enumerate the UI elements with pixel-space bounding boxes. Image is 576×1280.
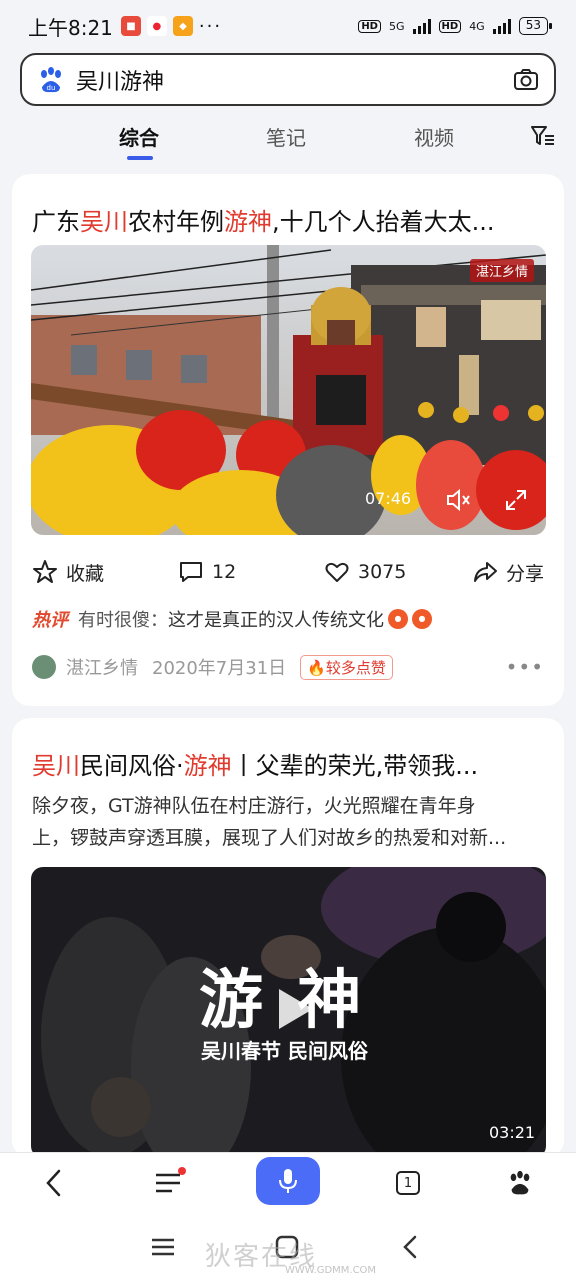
status-time: 上午8:21	[28, 15, 113, 40]
site-watermark-url: WWW.GDMM.COM	[285, 1265, 377, 1276]
emoji-icon: ●	[388, 609, 408, 629]
popular-badge: 🔥较多点赞	[300, 654, 393, 680]
more-options-icon[interactable]: •••	[506, 655, 544, 679]
tab-notes[interactable]: 笔记	[266, 122, 306, 151]
menu-icon	[156, 1173, 180, 1193]
video-thumbnail-2[interactable]: 游 神 吴川春节 民间风俗 03:21	[31, 867, 546, 1158]
baidu-home-button[interactable]	[500, 1163, 540, 1203]
tab-count: 1	[396, 1171, 420, 1195]
search-bar[interactable]: du 吴川游神	[20, 53, 556, 106]
hot-comment-label: 热评	[32, 610, 68, 631]
card-title[interactable]: 广东吴川农村年例游神,十几个人抬着大太...	[32, 202, 544, 237]
like-count: 3075	[358, 561, 407, 583]
hot-comment[interactable]: 热评 有时很傻： 这才是真正的汉人传统文化 ● ●	[32, 606, 544, 632]
system-back-icon[interactable]	[396, 1232, 426, 1262]
fullscreen-icon[interactable]	[503, 487, 529, 513]
result-tabs: 综合 笔记 视频	[0, 110, 576, 166]
notification-dot	[178, 1167, 186, 1175]
favorite-button[interactable]: 收藏	[32, 559, 104, 586]
video-duration: 07:46	[365, 489, 412, 508]
share-button[interactable]: 分享	[472, 559, 544, 586]
heart-icon	[325, 562, 349, 582]
baidu-paw-icon-2	[510, 1170, 530, 1195]
microphone-icon	[279, 1169, 297, 1193]
search-input[interactable]: 吴川游神	[76, 64, 512, 96]
svg-text:du: du	[47, 84, 56, 92]
share-label: 分享	[505, 562, 544, 585]
signal-4g-label: 4G	[469, 19, 485, 33]
hd-icon-2: HD	[438, 19, 462, 33]
source-row: 湛江乡情 2020年7月31日 🔥较多点赞 •••	[32, 654, 544, 680]
signal-icon	[412, 18, 431, 34]
tab-comprehensive[interactable]: 综合	[119, 122, 159, 151]
emoji-icon-2: ●	[412, 609, 432, 629]
comment-button[interactable]: 12	[178, 559, 236, 585]
signal-icon-2	[492, 18, 511, 34]
chevron-left-icon	[46, 1169, 61, 1197]
mute-icon[interactable]	[445, 487, 471, 513]
recents-icon[interactable]	[148, 1232, 178, 1262]
star-icon	[33, 560, 57, 583]
comment-icon	[180, 562, 202, 582]
shopping-app-icon: ◆	[172, 16, 193, 36]
status-bar: 上午8:21 ■ ● ◆ ··· HD 5G HD 4G 53	[0, 0, 576, 52]
filter-icon[interactable]	[530, 124, 556, 148]
voice-search-button[interactable]	[256, 1157, 320, 1205]
publish-date: 2020年7月31日	[152, 658, 287, 679]
comment-text: 这才是真正的汉人传统文化	[168, 610, 384, 631]
battery-icon: 53	[518, 17, 553, 35]
card-description: 除夕夜，GT游神队伍在村庄游行，火光照耀在青年身 上，锣鼓声穿透耳膜，展现了人们…	[32, 795, 507, 849]
source-avatar[interactable]	[32, 655, 56, 679]
comment-user: 有时很傻：	[78, 610, 168, 631]
video-app-icon: ●	[146, 16, 167, 36]
action-bar: 收藏 12 3075 分享	[32, 556, 544, 588]
overlay-subtitle: 吴川春节 民间风俗	[201, 1039, 368, 1063]
menu-button[interactable]	[148, 1163, 188, 1203]
card-title-2[interactable]: 吴川民间风俗·游神丨父辈的荣光,带领我...	[32, 746, 544, 781]
status-right: HD 5G HD 4G 53	[358, 17, 553, 35]
camera-icon[interactable]	[512, 66, 540, 94]
play-icon[interactable]	[275, 987, 315, 1031]
hd-icon: HD	[358, 19, 381, 33]
share-icon	[473, 562, 497, 582]
active-tab-indicator	[127, 156, 153, 160]
signal-5g-label: 5G	[388, 19, 405, 33]
back-button[interactable]	[34, 1163, 74, 1203]
more-notifications-icon: ···	[198, 15, 223, 37]
notification-icons: ■ ● ◆ ···	[120, 15, 223, 37]
video-duration-2: 03:21	[489, 1123, 536, 1142]
tabs-button[interactable]: 1	[388, 1163, 428, 1203]
app-notification-icon: ■	[120, 16, 141, 36]
source-name[interactable]: 湛江乡情	[66, 654, 138, 680]
result-card-2[interactable]: 吴川民间风俗·游神丨父辈的荣光,带领我... 除夕夜，GT游神队伍在村庄游行，火…	[12, 718, 564, 1158]
favorite-label: 收藏	[66, 562, 105, 585]
baidu-paw-icon: du	[41, 66, 61, 92]
tab-videos[interactable]: 视频	[414, 122, 454, 151]
bottom-nav: 1	[0, 1152, 576, 1212]
video-thumbnail[interactable]: 湛江乡情 07:46	[31, 245, 546, 535]
result-card-1[interactable]: 广东吴川农村年例游神,十几个人抬着大太... 湛江乡情 07:46 收藏 12 …	[12, 174, 564, 706]
like-button[interactable]: 3075	[324, 559, 406, 585]
comment-count: 12	[212, 561, 237, 583]
channel-watermark: 湛江乡情	[469, 259, 534, 282]
